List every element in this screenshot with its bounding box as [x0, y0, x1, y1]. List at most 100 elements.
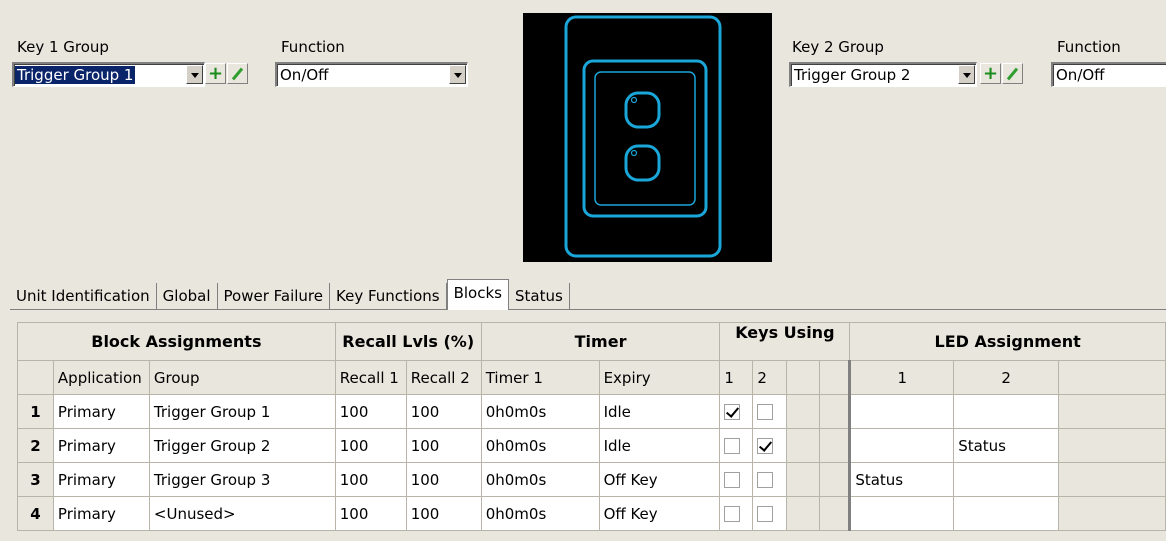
recall-lvls-header: Recall Lvls (%) — [334, 322, 482, 361]
application-cell[interactable]: Primary — [52, 428, 150, 463]
pencil-icon — [1006, 67, 1019, 80]
row-number: 1 — [17, 394, 54, 429]
switch-preview — [523, 13, 772, 262]
row-number: 4 — [17, 496, 54, 531]
key1-checkbox[interactable] — [724, 506, 741, 522]
keys-using-header: Keys Using — [719, 322, 851, 361]
recall2-cell[interactable]: 100 — [405, 394, 482, 429]
led2-cell[interactable] — [953, 394, 1060, 429]
group-header-row: Block Assignments Recall Lvls (%) Timer … — [17, 322, 1166, 361]
recall1-cell[interactable]: 100 — [334, 462, 407, 497]
key2-checkbox-cell[interactable] — [752, 428, 788, 463]
tab-blocks[interactable]: Blocks — [446, 279, 509, 310]
key1-checkbox-cell[interactable] — [719, 462, 754, 497]
recall1-cell[interactable]: 100 — [334, 394, 407, 429]
led1-column-header: 1 — [848, 360, 955, 395]
key1-checkbox[interactable] — [724, 404, 741, 420]
expiry-cell[interactable]: Idle — [598, 428, 721, 463]
group-cell[interactable]: Trigger Group 3 — [148, 462, 336, 497]
recall1-column-header: Recall 1 — [334, 360, 407, 395]
led-assignment-header: LED Assignment — [849, 322, 1166, 361]
group-cell[interactable]: Trigger Group 2 — [148, 428, 336, 463]
recall2-cell[interactable]: 100 — [405, 428, 482, 463]
blocks-table: Block Assignments Recall Lvls (%) Timer … — [17, 322, 1166, 531]
key1-group-select[interactable]: Trigger Group 1 — [12, 62, 205, 87]
empty-cell — [819, 496, 851, 531]
edit-group-button[interactable] — [227, 63, 248, 84]
key2-checkbox-cell[interactable] — [752, 496, 788, 531]
group-cell[interactable]: Trigger Group 1 — [148, 394, 336, 429]
group-column-header: Group — [148, 360, 336, 395]
key2-checkbox[interactable] — [757, 404, 774, 420]
expiry-cell[interactable]: Off Key — [598, 496, 721, 531]
timer1-column-header: Timer 1 — [480, 360, 600, 395]
key1-checkbox-cell[interactable] — [719, 496, 754, 531]
key2-checkbox[interactable] — [757, 506, 774, 522]
expiry-cell[interactable]: Idle — [598, 394, 721, 429]
timer1-cell[interactable]: 0h0m0s — [480, 394, 600, 429]
recall1-cell[interactable]: 100 — [334, 496, 407, 531]
table-row[interactable]: 2 Primary Trigger Group 2 100 100 0h0m0s Idle S… — [17, 428, 1166, 463]
application-cell[interactable]: Primary — [52, 496, 150, 531]
key2-function-select[interactable]: On/Off — [1051, 62, 1166, 87]
tab-bar: Unit Identification Global Power Failure… — [10, 279, 570, 310]
edit-group-button[interactable] — [1002, 63, 1023, 84]
key1-checkbox-cell[interactable] — [719, 394, 754, 429]
column-header-row: Application Group Recall 1 Recall 2 Time… — [17, 360, 1166, 395]
key2-group-label: Key 2 Group — [792, 38, 884, 56]
application-column-header: Application — [52, 360, 150, 395]
row-number-header — [17, 360, 54, 395]
led2-cell[interactable]: Status — [953, 428, 1060, 463]
recall2-cell[interactable]: 100 — [405, 496, 482, 531]
key1-checkbox[interactable] — [724, 472, 741, 488]
key2-checkbox[interactable] — [757, 438, 774, 454]
empty-column-header — [786, 360, 821, 395]
chevron-down-icon[interactable] — [449, 65, 466, 84]
key1-checkbox-cell[interactable] — [719, 428, 754, 463]
key1-group-label: Key 1 Group — [17, 38, 109, 56]
plus-icon: + — [207, 62, 224, 84]
tab-power-failure[interactable]: Power Failure — [218, 283, 330, 309]
add-group-button[interactable]: + — [205, 63, 226, 84]
key1-function-select[interactable]: On/Off — [275, 62, 468, 87]
key1-function-label: Function — [281, 38, 345, 56]
group-cell[interactable]: <Unused> — [148, 496, 336, 531]
key2-group-select[interactable]: Trigger Group 2 — [789, 62, 977, 87]
add-group-button[interactable]: + — [980, 63, 1001, 84]
expiry-cell[interactable]: Off Key — [598, 462, 721, 497]
led1-cell[interactable] — [848, 428, 955, 463]
tab-global[interactable]: Global — [157, 283, 218, 309]
led1-cell[interactable] — [848, 496, 955, 531]
tab-status[interactable]: Status — [509, 283, 570, 309]
key2-checkbox-cell[interactable] — [752, 462, 788, 497]
key2-column-header: 2 — [752, 360, 788, 395]
recall1-cell[interactable]: 100 — [334, 428, 407, 463]
chevron-down-icon[interactable] — [958, 65, 975, 84]
tab-key-functions[interactable]: Key Functions — [330, 283, 447, 309]
led2-cell[interactable] — [953, 462, 1060, 497]
recall2-cell[interactable]: 100 — [405, 462, 482, 497]
table-row[interactable]: 4 Primary <Unused> 100 100 0h0m0s Off Key — [17, 496, 1166, 531]
row-number: 3 — [17, 462, 54, 497]
application-cell[interactable]: Primary — [52, 462, 150, 497]
key2-group-value: Trigger Group 2 — [794, 66, 911, 84]
table-row[interactable]: 1 Primary Trigger Group 1 100 100 0h0m0s Idle — [17, 394, 1166, 429]
timer1-cell[interactable]: 0h0m0s — [480, 462, 600, 497]
empty-cell — [786, 496, 821, 531]
led1-cell[interactable] — [848, 394, 955, 429]
timer1-cell[interactable]: 0h0m0s — [480, 428, 600, 463]
key2-checkbox-cell[interactable] — [752, 394, 788, 429]
empty-cell — [786, 462, 821, 497]
led1-cell[interactable]: Status — [848, 462, 955, 497]
key1-group-value: Trigger Group 1 — [15, 66, 136, 84]
led2-cell[interactable] — [953, 496, 1060, 531]
chevron-down-icon[interactable] — [186, 65, 203, 84]
key1-checkbox[interactable] — [724, 438, 741, 454]
key2-checkbox[interactable] — [757, 472, 774, 488]
tab-unit-identification[interactable]: Unit Identification — [10, 283, 157, 309]
application-cell[interactable]: Primary — [52, 394, 150, 429]
timer1-cell[interactable]: 0h0m0s — [480, 496, 600, 531]
key1-function-value: On/Off — [280, 66, 329, 84]
table-row[interactable]: 3 Primary Trigger Group 3 100 100 0h0m0s Off K… — [17, 462, 1166, 497]
empty-cell — [819, 394, 851, 429]
